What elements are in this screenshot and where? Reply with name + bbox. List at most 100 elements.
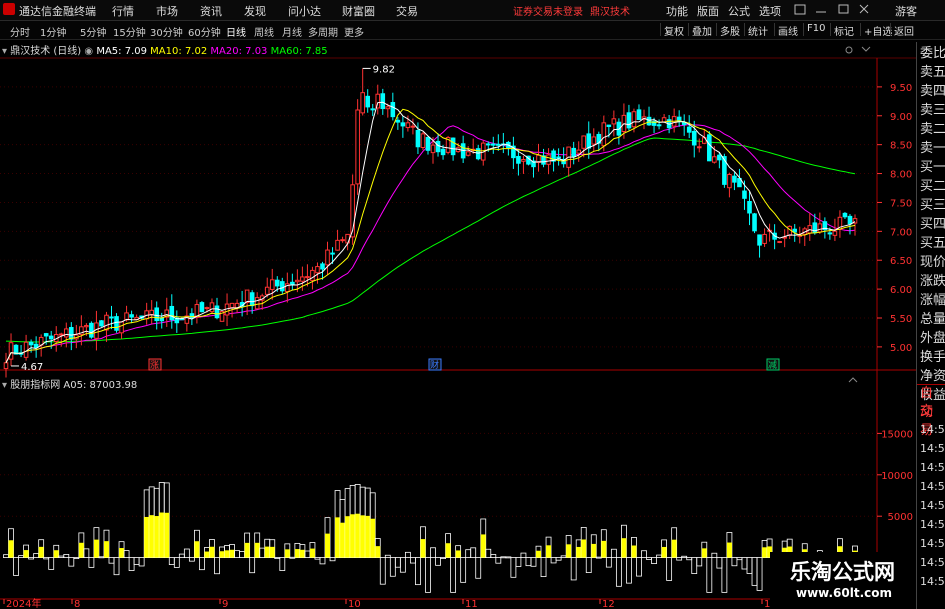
indicator-outline-bar <box>460 557 467 583</box>
indicator-fill-bar <box>601 540 607 558</box>
indicator-outline-bar <box>736 557 743 561</box>
indicator-outline-bar <box>168 557 175 565</box>
quote-label: 总量 <box>920 312 945 327</box>
indicator-outline-bar <box>435 557 441 566</box>
indicator-outline-bar <box>410 557 416 564</box>
indicator-fill-bar <box>264 546 270 558</box>
indicator-outline-bar <box>570 557 577 581</box>
indicator-fill-bar <box>53 550 59 558</box>
candle-body <box>747 201 752 214</box>
indicator-fill-bar <box>254 542 260 558</box>
candle-body <box>777 241 782 244</box>
y-tick-label: 9.50 <box>890 83 912 94</box>
candle-body <box>149 309 154 316</box>
candle-body <box>742 190 747 199</box>
candle-body <box>631 111 637 128</box>
candle-body <box>3 362 9 370</box>
candle-body <box>58 333 64 336</box>
indicator-fill-bar <box>375 546 381 558</box>
ma-legend-icon: ◉ <box>84 46 94 57</box>
indicator-outline-bar <box>465 549 472 558</box>
candle-body <box>707 134 712 162</box>
quote-label: 买二 <box>920 179 945 194</box>
indicator-fill-bar <box>340 522 346 558</box>
indicator-fill-bar <box>229 549 235 558</box>
indicator-outline-bar <box>721 557 728 593</box>
indicator-outline-bar <box>18 555 24 559</box>
y-tick-label: 15000 <box>881 429 913 440</box>
candle-body <box>717 154 722 161</box>
candle-body <box>440 148 446 156</box>
ma20-path <box>5 123 856 364</box>
candle-body <box>169 305 175 321</box>
indicator-outline-bar <box>741 557 748 570</box>
candle-body <box>295 279 300 283</box>
indicator-fill-bar <box>269 546 275 558</box>
price-chart[interactable]: 9.50 9.00 8.50 8.00 7.50 7.00 6.50 6.00 5.50 5.00… <box>0 0 945 609</box>
y-tick-label: 10000 <box>881 471 913 482</box>
x-tick-label: 8 <box>74 599 80 609</box>
indicator-outline-bar <box>636 557 642 577</box>
collapse-icon <box>861 46 871 52</box>
indicator-outline-bar <box>756 557 763 591</box>
ma5-path <box>5 101 856 364</box>
indicator-outline-bar <box>666 557 673 581</box>
ma10-path <box>5 108 856 364</box>
y-tick-label: 9.00 <box>890 112 912 123</box>
quote-label: 涨幅 <box>920 293 945 308</box>
indicator-fill-bar <box>631 545 637 558</box>
candle-body <box>626 112 632 129</box>
indicator-outline-bar <box>399 557 406 573</box>
indicator-outline-bar <box>98 556 105 559</box>
maximize-panel-icon <box>848 377 858 383</box>
indicator-fill-bar <box>420 539 426 558</box>
chevron-down-icon[interactable]: ▾ <box>2 46 7 57</box>
indicator-outline-bar <box>490 554 497 559</box>
price-gridlines <box>0 86 877 348</box>
candle-body <box>325 249 330 266</box>
settings-icon <box>845 46 853 54</box>
indicator-outline-bar <box>646 557 652 560</box>
indicator-fill-bar <box>219 551 225 558</box>
indicator-fill-bar <box>159 512 165 558</box>
quote-label: 涨跌 <box>920 274 945 289</box>
indicator-outline-bar <box>716 557 723 569</box>
indicator-fill-bar <box>294 549 300 558</box>
ma60-path <box>5 137 856 343</box>
indicator-fill-bar <box>164 512 170 558</box>
chevron-down-icon[interactable]: ▾ <box>2 380 7 391</box>
tick-time: 14:56 <box>920 480 945 493</box>
indicator-fill-bar <box>365 515 371 558</box>
quote-label: 买三 <box>920 198 945 213</box>
indicator-outline-bar <box>183 548 190 558</box>
indicator-fill-bar <box>576 546 582 558</box>
indicator-outline-bar <box>279 557 286 571</box>
ma60-line <box>5 137 856 343</box>
candle-body <box>310 269 315 281</box>
indicator-outline-bar <box>389 557 396 577</box>
candle-body <box>601 122 607 147</box>
indicator-outline-bar <box>560 555 567 558</box>
candle-body <box>33 343 39 348</box>
indicator-outline-bar <box>641 550 647 559</box>
candle-body <box>48 335 54 340</box>
candle-body <box>691 130 697 146</box>
indicator-outline-bar <box>214 557 220 575</box>
indicator-fill-bar <box>144 516 150 558</box>
indicator-outline-bar <box>430 547 436 558</box>
candle-body <box>732 175 737 183</box>
candle-body <box>842 212 848 218</box>
quote-label: 买一 <box>920 160 945 175</box>
y-tick-label: 5000 <box>888 512 913 523</box>
indicator-axis: 150001000050000 <box>877 429 913 565</box>
indicator-outline-bar <box>696 557 703 567</box>
candle-body <box>269 279 275 290</box>
indicator-outline-bar <box>68 557 75 567</box>
candle-body <box>365 95 371 108</box>
candle-body <box>395 119 401 123</box>
indicator-outline-bar <box>33 553 40 558</box>
indicator-outline-bar <box>610 548 617 558</box>
tick-time: 14:56 <box>920 442 945 455</box>
quote-label: 委比 <box>920 46 945 61</box>
indicator-gridlines <box>0 432 877 559</box>
